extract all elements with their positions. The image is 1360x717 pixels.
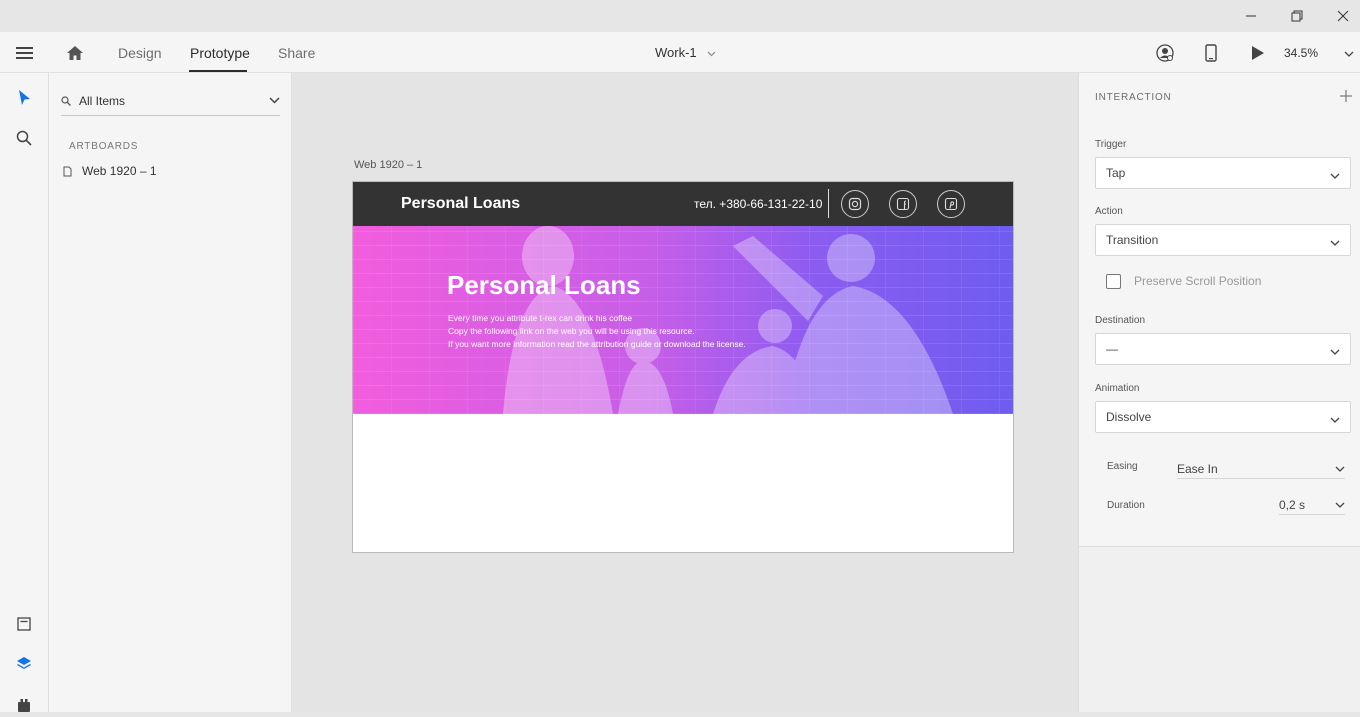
hero-text-line: Copy the following link on the web you w… [448, 326, 695, 336]
hamburger-icon[interactable] [16, 32, 34, 73]
preserve-scroll-checkbox[interactable] [1106, 274, 1121, 289]
interaction-section: INTERACTION Trigger Tap Action Transitio… [1079, 73, 1360, 547]
animation-dropdown[interactable]: Dissolve [1095, 401, 1351, 433]
zoom-value: 34.5% [1284, 45, 1319, 60]
action-value: Transition [1106, 233, 1159, 247]
hero-title[interactable]: Personal Loans [447, 270, 641, 301]
artboard-logo[interactable]: Personal Loans [401, 182, 520, 226]
artboards-section-header: ARTBOARDS [69, 141, 139, 152]
hero-banner[interactable]: Personal Loans Every time you attribute … [353, 226, 1013, 414]
animation-value: Dissolve [1106, 410, 1152, 424]
device-preview-icon[interactable] [1205, 32, 1217, 73]
tab-prototype[interactable]: Prototype [190, 32, 250, 73]
search-icon[interactable] [12, 126, 36, 150]
duration-label: Duration [1107, 500, 1145, 511]
duration-value: 0,2 s [1279, 497, 1306, 512]
chevron-down-icon [1335, 466, 1345, 472]
easing-label: Easing [1107, 461, 1138, 472]
interaction-header: INTERACTION [1095, 92, 1172, 103]
destination-value: — [1106, 342, 1118, 356]
chevron-down-icon [1330, 235, 1340, 249]
action-dropdown[interactable]: Transition [1095, 224, 1351, 256]
chevron-down-icon [707, 45, 716, 60]
layers-icon[interactable] [12, 652, 36, 676]
interaction-panel: INTERACTION Trigger Tap Action Transitio… [1078, 73, 1360, 712]
chevron-down-icon[interactable] [269, 97, 280, 104]
layers-panel: All Items ARTBOARDS Web 1920 – 1 [49, 73, 292, 712]
artboard-divider [828, 189, 829, 218]
hero-text[interactable]: Every time you attribute t-rex can drink… [448, 312, 746, 351]
assets-icon[interactable] [12, 612, 36, 636]
search-icon [61, 96, 71, 106]
facebook-icon[interactable] [889, 190, 917, 218]
artboard-label[interactable]: Web 1920 – 1 [354, 159, 422, 171]
left-rail [0, 73, 49, 712]
play-preview-icon[interactable] [1251, 32, 1265, 73]
artboard[interactable]: Personal Loans тел. +380-66-131-22-10 Pe… [352, 181, 1014, 553]
minimize-icon[interactable] [1228, 0, 1274, 32]
title-bar [0, 0, 1360, 32]
action-label: Action [1095, 206, 1123, 217]
instagram-icon[interactable] [841, 190, 869, 218]
close-icon[interactable] [1320, 0, 1360, 32]
app-toolbar: Design Prototype Share Work-1 34.5% [0, 32, 1360, 73]
zoom-control[interactable]: 34.5% [1284, 32, 1354, 73]
chevron-down-icon [1330, 412, 1340, 426]
preserve-scroll-label[interactable]: Preserve Scroll Position [1134, 274, 1261, 288]
tab-share[interactable]: Share [278, 32, 315, 73]
document-title-text: Work-1 [655, 45, 697, 60]
plugins-icon[interactable] [12, 693, 36, 717]
chevron-down-icon [1335, 502, 1345, 508]
pinterest-icon[interactable] [937, 190, 965, 218]
easing-value: Ease In [1177, 461, 1218, 476]
hero-text-line: Every time you attribute t-rex can drink… [448, 313, 633, 323]
search-filter-label: All Items [79, 94, 126, 108]
chevron-down-icon [1330, 168, 1340, 182]
restore-icon[interactable] [1274, 0, 1320, 32]
easing-dropdown[interactable]: Ease In [1177, 459, 1345, 479]
artboard-phone[interactable]: тел. +380-66-131-22-10 [694, 182, 822, 226]
chevron-down-icon [1344, 46, 1354, 60]
chevron-down-icon [1330, 344, 1340, 358]
destination-label: Destination [1095, 315, 1146, 326]
canvas[interactable]: Web 1920 – 1 Personal Loans тел. +380-66… [293, 73, 1078, 712]
trigger-label: Trigger [1095, 139, 1127, 150]
destination-dropdown[interactable]: — [1095, 333, 1351, 365]
active-tab-indicator [189, 70, 247, 72]
add-interaction-icon[interactable] [1340, 90, 1352, 102]
artboard-header[interactable]: Personal Loans тел. +380-66-131-22-10 [353, 182, 1013, 226]
document-title[interactable]: Work-1 [655, 32, 716, 73]
hero-text-line: If you want more information read the at… [448, 339, 746, 349]
layer-item-label: Web 1920 – 1 [82, 164, 157, 178]
select-arrow-icon[interactable] [12, 86, 36, 110]
layer-item-artboard[interactable]: Web 1920 – 1 [63, 161, 157, 181]
trigger-dropdown[interactable]: Tap [1095, 157, 1351, 189]
trigger-value: Tap [1106, 166, 1126, 180]
tab-design[interactable]: Design [118, 32, 162, 73]
duration-dropdown[interactable]: 0,2 s [1279, 495, 1345, 515]
layers-search[interactable]: All Items [61, 87, 280, 116]
home-icon[interactable] [66, 32, 84, 73]
artboard-icon [63, 166, 72, 177]
animation-label: Animation [1095, 383, 1140, 394]
user-share-icon[interactable] [1156, 32, 1174, 73]
